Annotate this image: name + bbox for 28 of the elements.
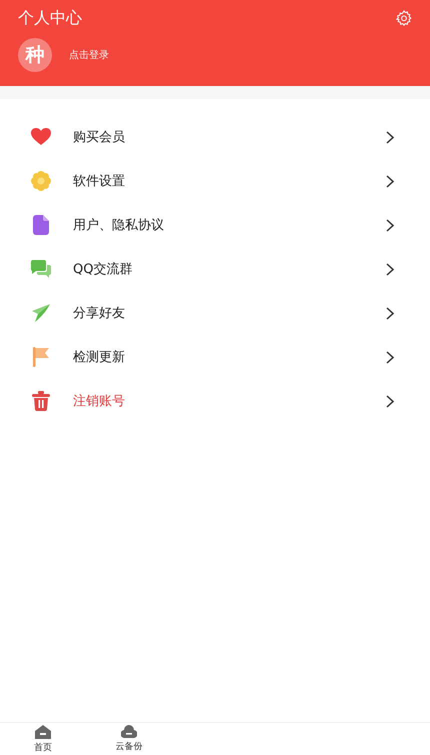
menu-item[interactable]: 分享好友 [0, 291, 430, 335]
settings-icon[interactable] [396, 10, 412, 26]
menu-item[interactable]: QQ交流群 [0, 247, 430, 291]
chevron-icon [386, 394, 394, 408]
home-icon [35, 724, 51, 738]
paper-plane-icon [32, 304, 50, 322]
flag-icon [33, 347, 49, 367]
trash-icon [32, 391, 50, 411]
menu-item[interactable]: 购买会员 [0, 115, 430, 159]
chevron-icon [386, 130, 394, 144]
chevron-icon [386, 306, 394, 320]
menu-item[interactable]: 用户、隐私协议 [0, 203, 430, 247]
menu-item[interactable]: 注销账号 [0, 379, 430, 423]
flower-icon [31, 171, 51, 191]
chevron-icon [386, 262, 394, 276]
chevron-icon [386, 218, 394, 232]
cloud-icon [121, 725, 137, 738]
tab-item[interactable]: 云备份 [86, 723, 172, 755]
document-icon [33, 215, 49, 235]
page-title: 个人中心 [18, 8, 82, 28]
chat-icon [31, 260, 51, 278]
chevron-icon [386, 350, 394, 364]
menu-item[interactable]: 检测更新 [0, 335, 430, 379]
tab-item[interactable]: 首页 [0, 723, 86, 755]
chevron-icon [386, 174, 394, 188]
menu-item[interactable]: 软件设置 [0, 159, 430, 203]
login-link[interactable]: 点击登录 [69, 48, 109, 62]
heart-icon [31, 128, 51, 146]
